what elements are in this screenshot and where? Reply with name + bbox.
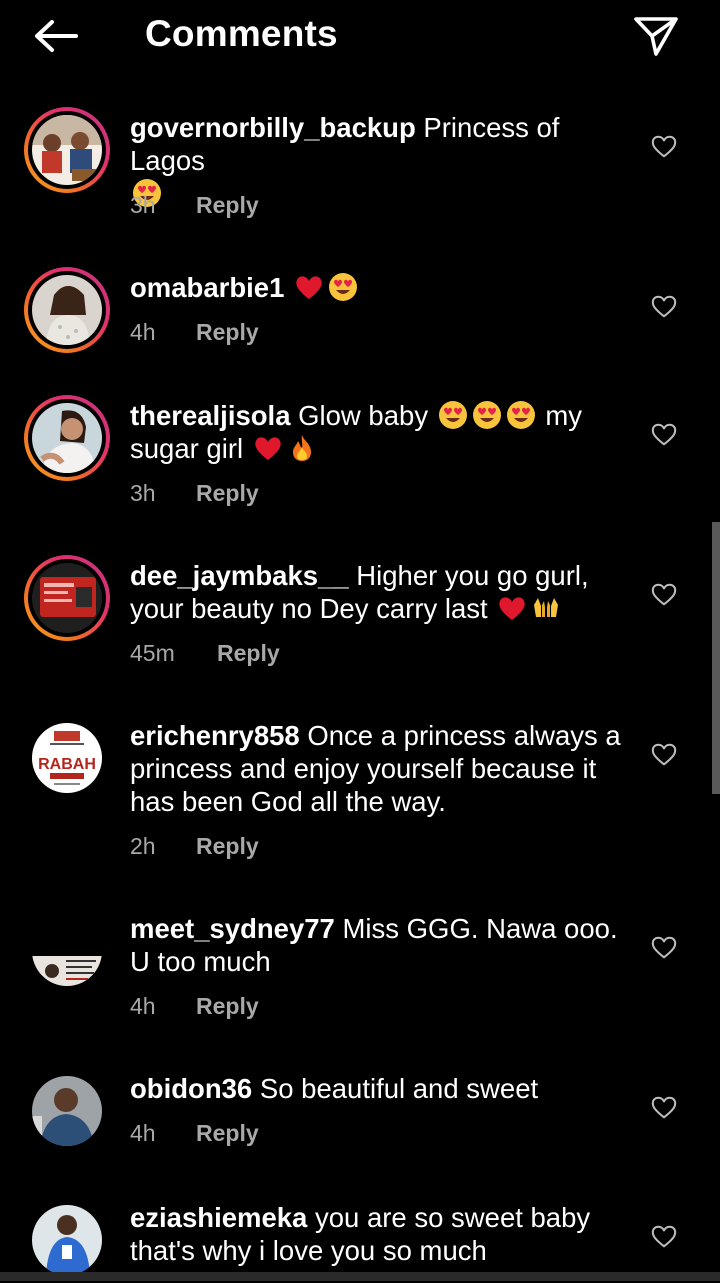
avatar[interactable] <box>24 555 110 641</box>
comment-text-part: sugar girl <box>130 433 244 464</box>
comment-item: governorbilly_backup Princess of Lagos 3… <box>0 107 720 227</box>
avatar-logo-text: RABAH <box>38 756 96 773</box>
heart-eyes-emoji-icon <box>328 272 358 302</box>
avatar-image-icon <box>32 1076 102 1146</box>
like-button[interactable] <box>648 420 680 450</box>
comment-username[interactable]: therealjisola <box>130 400 291 431</box>
comment-meta: 4h Reply <box>130 319 259 346</box>
reply-button[interactable]: Reply <box>196 480 259 507</box>
avatar-image-icon <box>32 115 102 185</box>
like-button[interactable] <box>648 1222 680 1252</box>
like-button[interactable] <box>648 132 680 162</box>
comment-item: meet_sydney77 Miss GGG. Nawa ooo. U too … <box>0 908 720 1028</box>
red-heart-emoji-icon <box>253 433 283 463</box>
bottom-divider <box>0 1272 720 1281</box>
arrow-left-icon <box>35 20 78 52</box>
fire-emoji-icon <box>287 433 317 463</box>
avatar[interactable] <box>24 908 110 994</box>
avatar[interactable] <box>24 107 110 193</box>
avatar-image-icon <box>32 916 102 986</box>
comment-username[interactable]: meet_sydney77 <box>130 913 335 944</box>
comment-text: So beautiful and sweet <box>259 1073 539 1104</box>
comment-time: 4h <box>130 1120 156 1146</box>
avatar[interactable] <box>24 1197 110 1283</box>
heart-outline-icon <box>650 581 678 609</box>
comment-item: omabarbie1 4h Reply <box>0 267 720 367</box>
comment-meta: 2h Reply <box>130 833 259 860</box>
like-button[interactable] <box>648 933 680 963</box>
comment-item: dee_jaymbaks__ Higher you go gurl, your … <box>0 555 720 675</box>
heart-outline-icon <box>650 1223 678 1251</box>
comment-time: 3h <box>130 192 156 218</box>
comment-time: 4h <box>130 319 156 345</box>
heart-outline-icon <box>650 741 678 769</box>
comment-item: RABAH erichenry858 Once a princess alway… <box>0 715 720 865</box>
comment-username[interactable]: dee_jaymbaks__ <box>130 560 349 591</box>
comment-time: 45m <box>130 640 175 666</box>
comment-meta: 45m Reply <box>130 640 280 667</box>
heart-outline-icon <box>650 293 678 321</box>
like-button[interactable] <box>648 740 680 770</box>
avatar[interactable] <box>24 267 110 353</box>
reply-button[interactable]: Reply <box>196 833 259 860</box>
avatar-image-icon <box>32 563 102 633</box>
red-heart-emoji-icon <box>497 593 527 623</box>
comment-username[interactable]: omabarbie1 <box>130 272 284 303</box>
comment-text-part: your beauty no Dey carry last <box>130 593 488 624</box>
comment-text: Higher you go gurl, <box>356 560 589 591</box>
comment-meta: 3h Reply <box>130 192 259 219</box>
back-button[interactable] <box>30 14 82 58</box>
comment-time: 2h <box>130 833 156 859</box>
comment-username[interactable]: eziashiemeka <box>130 1202 307 1233</box>
heart-outline-icon <box>650 1094 678 1122</box>
avatar[interactable] <box>24 395 110 481</box>
red-heart-emoji-icon <box>294 272 324 302</box>
comment-meta: 4h Reply <box>130 1120 259 1147</box>
reply-button[interactable]: Reply <box>217 640 280 667</box>
heart-eyes-emoji-icon <box>506 400 536 430</box>
top-bar: Comments <box>0 0 720 72</box>
avatar-image-icon: RABAH <box>32 723 102 793</box>
raised-hands-emoji-icon <box>531 593 561 623</box>
like-button[interactable] <box>648 1093 680 1123</box>
comment-username[interactable]: governorbilly_backup <box>130 112 416 143</box>
reply-button[interactable]: Reply <box>196 319 259 346</box>
heart-outline-icon <box>650 421 678 449</box>
heart-outline-icon <box>650 934 678 962</box>
comment-time: 3h <box>130 480 156 506</box>
reply-button[interactable]: Reply <box>196 192 259 219</box>
comment-time: 4h <box>130 993 156 1019</box>
like-button[interactable] <box>648 292 680 322</box>
comment-meta: 4h Reply <box>130 993 259 1020</box>
avatar[interactable]: RABAH <box>24 715 110 801</box>
like-button[interactable] <box>648 580 680 610</box>
scrollbar[interactable] <box>712 522 720 794</box>
heart-outline-icon <box>650 133 678 161</box>
avatar[interactable] <box>24 1068 110 1154</box>
comment-item: obidon36 So beautiful and sweet 4h Reply <box>0 1068 720 1168</box>
comment-meta: 3h Reply <box>130 480 259 507</box>
heart-eyes-emoji-icon <box>472 400 502 430</box>
paper-plane-icon <box>634 17 678 56</box>
comment-text-part: my <box>545 400 583 431</box>
comment-username[interactable]: erichenry858 <box>130 720 300 751</box>
reply-button[interactable]: Reply <box>196 993 259 1020</box>
share-button[interactable] <box>630 12 682 60</box>
comment-item: therealjisola Glow baby my sugar girl 3h… <box>0 395 720 515</box>
comment-item: eziashiemeka you are so sweet baby that'… <box>0 1197 720 1275</box>
avatar-image-icon <box>32 403 102 473</box>
comment-text: Glow baby <box>298 400 429 431</box>
heart-eyes-emoji-icon <box>438 400 468 430</box>
page-title: Comments <box>145 13 338 54</box>
avatar-image-icon <box>32 1205 102 1275</box>
avatar-image-icon <box>32 275 102 345</box>
comment-username[interactable]: obidon36 <box>130 1073 252 1104</box>
reply-button[interactable]: Reply <box>196 1120 259 1147</box>
